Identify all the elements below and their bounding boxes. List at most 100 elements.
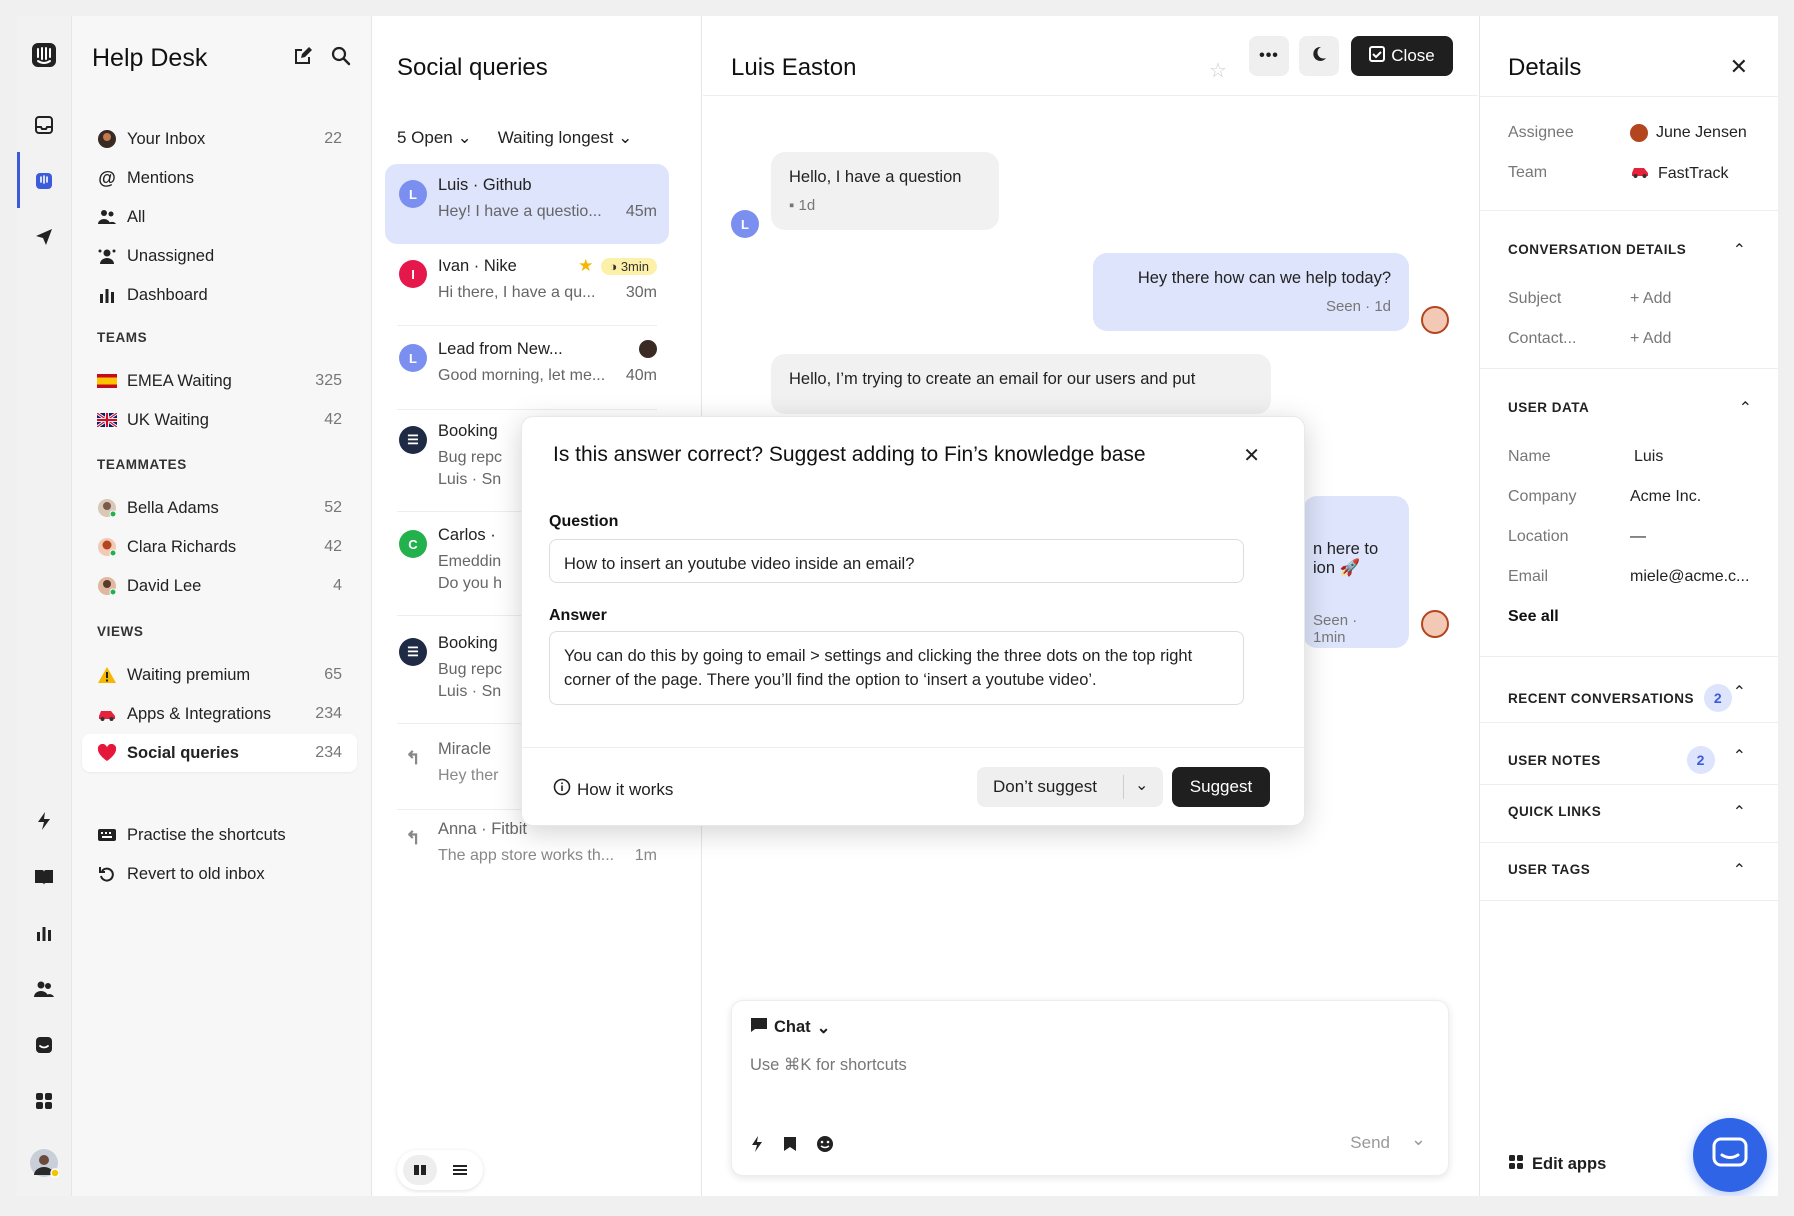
quick-links-header[interactable]: QUICK LINKS xyxy=(1508,804,1601,819)
star-icon[interactable]: ☆ xyxy=(1209,58,1227,83)
help-desk-icon[interactable] xyxy=(29,166,59,196)
article-icon[interactable] xyxy=(782,1136,798,1157)
chevron-up-icon[interactable]: ⌃ xyxy=(1739,398,1752,418)
reply-composer[interactable]: Chat ⌄ Use ⌘K for shortcuts Send ⌄ xyxy=(731,1000,1449,1176)
nav-item-practise-shortcuts[interactable]: Practise the shortcuts xyxy=(82,816,357,854)
compose-icon[interactable] xyxy=(293,46,313,71)
send-options-chevron-icon[interactable]: ⌄ xyxy=(1411,1129,1426,1150)
nav-item-apps-integrations[interactable]: Apps & Integrations 234 xyxy=(82,695,357,733)
emoji-icon[interactable] xyxy=(816,1135,834,1158)
avatar xyxy=(97,576,117,596)
nav-item-label: Dashboard xyxy=(127,285,208,304)
chevron-down-icon: ⌄ xyxy=(816,1018,831,1037)
how-it-works-link[interactable]: How it works xyxy=(553,778,673,801)
outbound-icon[interactable] xyxy=(29,222,59,252)
chevron-up-icon[interactable]: ⌃ xyxy=(1733,682,1746,702)
lightning-icon[interactable] xyxy=(750,1135,764,1158)
avatar xyxy=(1630,124,1648,142)
knowledge-book-icon[interactable] xyxy=(29,862,59,892)
conversation-item[interactable]: I Ivan · Nike ★ ◑ 3min Hi there, I have a… xyxy=(385,244,669,326)
conversation-item[interactable]: L Luis · Github Hey! I have a questio...… xyxy=(385,164,669,244)
conversation-title: Luis Easton xyxy=(731,54,857,81)
nav-item-revert-old-inbox[interactable]: Revert to old inbox xyxy=(82,855,357,893)
question-field[interactable]: How to insert an youtube video inside an… xyxy=(549,539,1244,583)
nav-item-unassigned[interactable]: Unassigned xyxy=(82,237,357,275)
recent-conversations-header[interactable]: RECENT CONVERSATIONS 2 xyxy=(1508,684,1733,712)
user-tags-header[interactable]: USER TAGS xyxy=(1508,862,1590,877)
lightning-icon[interactable] xyxy=(29,806,59,836)
composer-input[interactable]: Use ⌘K for shortcuts xyxy=(750,1055,907,1075)
split-view-icon[interactable] xyxy=(403,1155,437,1185)
chevron-up-icon[interactable]: ⌃ xyxy=(1733,240,1746,260)
status-filter-label: 5 Open xyxy=(397,128,453,147)
nav-item-emea-waiting[interactable]: EMEA Waiting 325 xyxy=(82,362,357,400)
message-meta: Seen · 1min xyxy=(1313,612,1358,646)
search-icon[interactable] xyxy=(331,46,351,71)
chevron-up-icon[interactable]: ⌃ xyxy=(1733,802,1746,822)
nav-item-label: Practise the shortcuts xyxy=(127,825,286,844)
nav-item-uk-waiting[interactable]: UK Waiting 42 xyxy=(82,401,357,439)
chevron-up-icon[interactable]: ⌃ xyxy=(1733,746,1746,766)
edit-apps-button[interactable]: Edit apps xyxy=(1508,1154,1606,1175)
intercom-logo-icon[interactable] xyxy=(29,40,59,70)
question-label: Question xyxy=(549,513,619,530)
nav-item-waiting-premium[interactable]: Waiting premium 65 xyxy=(82,656,357,694)
conversation-time: 45m xyxy=(625,203,657,220)
answer-field[interactable]: You can do this by going to email > sett… xyxy=(549,631,1244,705)
booking-logo-icon: ☰ xyxy=(399,426,427,454)
car-icon xyxy=(97,707,117,721)
divider xyxy=(1480,96,1778,97)
see-all-link[interactable]: See all xyxy=(1508,608,1559,626)
sort-filter[interactable]: Waiting longest ⌄ xyxy=(498,128,633,148)
close-conversation-button[interactable]: Close xyxy=(1351,36,1453,76)
nav-item-count: 4 xyxy=(333,577,342,594)
snooze-button[interactable] xyxy=(1299,36,1339,76)
send-button[interactable]: Send xyxy=(1350,1133,1390,1153)
chevron-up-icon[interactable]: ⌃ xyxy=(1733,860,1746,880)
composer-mode-select[interactable]: Chat ⌄ xyxy=(750,1017,831,1038)
contact-add-button[interactable]: + Add xyxy=(1630,330,1671,348)
contacts-icon[interactable] xyxy=(29,974,59,1004)
conversation-name: Luis · Github xyxy=(438,176,532,194)
messenger-launcher-button[interactable] xyxy=(1693,1118,1767,1192)
more-options-button[interactable]: ••• xyxy=(1249,36,1289,76)
reports-icon[interactable] xyxy=(29,918,59,948)
list-view-icon[interactable] xyxy=(443,1155,477,1185)
conversation-preview: Luis · Sn xyxy=(438,683,502,700)
nav-item-dashboard[interactable]: Dashboard xyxy=(82,276,357,314)
suggest-button[interactable]: Suggest xyxy=(1172,767,1270,807)
subject-add-button[interactable]: + Add xyxy=(1630,290,1671,308)
inbox-icon[interactable] xyxy=(29,110,59,140)
dont-suggest-button[interactable]: Don’t suggest ⌄ xyxy=(977,767,1163,807)
nav-item-label: Your Inbox xyxy=(127,129,206,148)
nav-item-all[interactable]: All xyxy=(82,198,357,236)
nav-item-social-queries[interactable]: Social queries 234 xyxy=(82,734,357,772)
nav-item-your-inbox[interactable]: Your Inbox 22 xyxy=(82,120,357,158)
nav-item-count: 234 xyxy=(315,705,342,722)
user-avatar[interactable] xyxy=(29,1148,59,1178)
conversation-item[interactable]: L Lead from New... Good morning, let me.… xyxy=(385,328,669,410)
team-value[interactable]: FastTrack xyxy=(1630,164,1729,183)
conversation-preview: Do you h xyxy=(438,575,503,592)
nav-item-label: Social queries xyxy=(127,743,239,762)
user-data-header[interactable]: USER DATA xyxy=(1508,400,1589,415)
user-notes-header[interactable]: USER NOTES 2 xyxy=(1508,746,1715,774)
nav-item-bella-adams[interactable]: Bella Adams 52 xyxy=(82,489,357,527)
assignee-value[interactable]: June Jensen xyxy=(1630,124,1747,142)
close-icon[interactable]: ✕ xyxy=(1730,54,1748,80)
apps-grid-icon[interactable] xyxy=(29,1086,59,1116)
nav-item-mentions[interactable]: @ Mentions xyxy=(82,159,357,197)
messenger-icon[interactable] xyxy=(29,1030,59,1060)
divider xyxy=(1480,784,1778,785)
close-icon[interactable]: ✕ xyxy=(1243,443,1260,468)
conversation-details-header[interactable]: CONVERSATION DETAILS xyxy=(1508,242,1686,257)
message-text: n here to xyxy=(1313,540,1379,558)
modal-title: Is this answer correct? Suggest adding t… xyxy=(553,443,1146,466)
app-window: Help Desk Your Inbox 22 @ Mentions All U… xyxy=(17,16,1778,1196)
nav-item-david-lee[interactable]: David Lee 4 xyxy=(82,567,357,605)
list-filters: 5 Open ⌄ Waiting longest ⌄ xyxy=(397,128,632,148)
nav-title: Help Desk xyxy=(92,44,208,72)
nav-item-clara-richards[interactable]: Clara Richards 42 xyxy=(82,528,357,566)
chevron-down-icon[interactable]: ⌄ xyxy=(1135,775,1148,795)
status-filter[interactable]: 5 Open ⌄ xyxy=(397,128,472,148)
